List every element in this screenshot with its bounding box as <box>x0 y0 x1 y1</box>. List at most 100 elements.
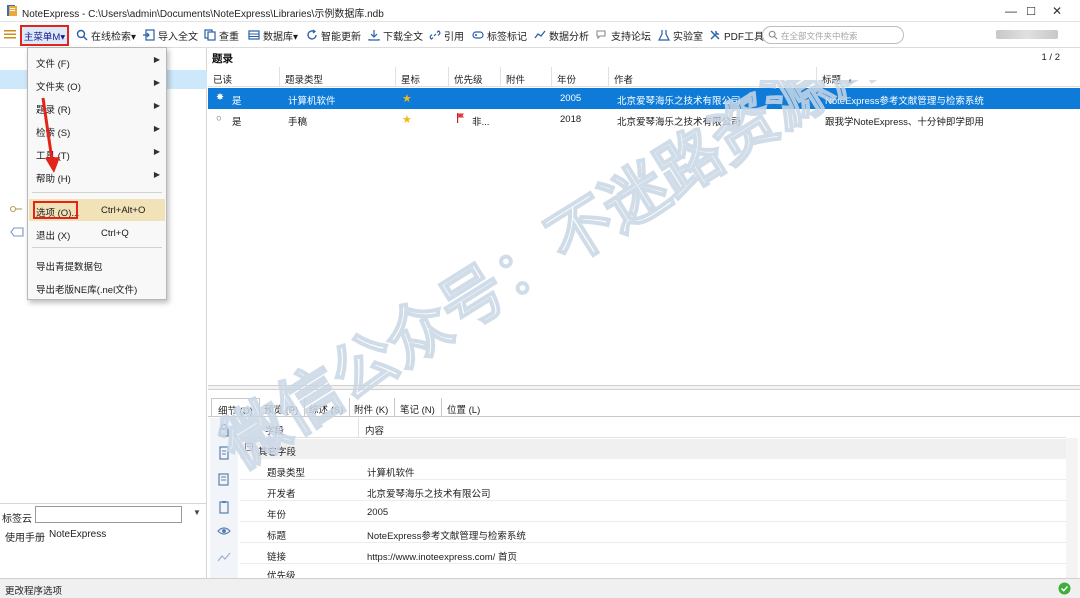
detail-row[interactable]: 优先级 <box>240 564 1066 578</box>
hamburger-icon[interactable] <box>4 28 16 40</box>
detail-grid-header: 字段 内容 <box>240 418 1066 438</box>
column-header-author[interactable]: 作者 <box>609 67 817 87</box>
tab-preview[interactable]: 预览 (P) <box>258 398 306 416</box>
submenu-arrow-icon: ▶ <box>153 124 160 133</box>
table-row[interactable]: ○ 是 手稿 ★ 非... 2018 北京爱琴海乐之技术有限公司 跟我学Note… <box>208 109 1080 130</box>
table-row[interactable]: ✸ 是 计算机软件 ★ 2005 北京爱琴海乐之技术有限公司 NoteExpre… <box>208 88 1080 109</box>
menu-item-tools[interactable]: 工具 (T) ▶ <box>29 142 165 164</box>
link-icon <box>429 30 441 40</box>
tag-mark-button[interactable]: 标签标记 <box>472 25 527 45</box>
chevron-down-icon[interactable]: ▼ <box>193 508 201 517</box>
refresh-icon <box>307 29 317 40</box>
star-icon[interactable]: ★ <box>402 92 412 105</box>
exit-icon <box>10 227 24 237</box>
tab-notes[interactable]: 笔记 (N) <box>394 398 442 416</box>
submenu-arrow-icon: ▶ <box>153 78 160 87</box>
menu-item-folder[interactable]: 文件夹 (O) ▶ <box>29 73 165 95</box>
main-menu-dropdown: 文件 (F) ▶ 文件夹 (O) ▶ 题录 (R) ▶ 检索 (S) ▶ 工具 (T) ▶… <box>27 47 167 300</box>
tab-attachment[interactable]: 附件 (K) <box>348 398 396 416</box>
unread-circle-icon: ○ <box>216 113 222 124</box>
collapse-icon[interactable]: − <box>245 443 253 451</box>
forum-button[interactable]: 支持论坛 <box>596 25 651 45</box>
detail-value: NoteExpress参考文献管理与检索系统 <box>367 531 526 542</box>
dedupe-label: 查重 <box>219 31 239 43</box>
tools-icon <box>710 30 720 40</box>
column-header-title-label: 标题 <box>822 75 842 86</box>
cell-author: 北京爱琴海乐之技术有限公司 <box>617 117 741 128</box>
import-fulltext-label: 导入全文 <box>158 31 198 43</box>
tag-cloud-input[interactable] <box>35 506 182 523</box>
import-icon <box>143 29 155 41</box>
detail-group-row[interactable]: − 其它字段 <box>240 439 1066 459</box>
lock-icon[interactable] <box>217 423 231 437</box>
menu-item-label: 退出 (X) <box>36 231 71 242</box>
smart-update-button[interactable]: 智能更新 <box>306 25 361 45</box>
column-header-star[interactable]: 星标 <box>396 67 449 87</box>
menu-item-export-package[interactable]: 导出青提数据包 <box>29 253 165 275</box>
detail-row[interactable]: 标题 NoteExpress参考文献管理与检索系统 <box>240 522 1066 543</box>
column-header-read[interactable]: 已读 <box>208 67 280 87</box>
tag-item[interactable]: NoteExpress <box>49 529 106 540</box>
tab-location[interactable]: 位置 (L) <box>441 398 486 416</box>
tab-summary[interactable]: 综述 (S) <box>303 398 351 416</box>
cell-read: 是 <box>232 117 242 128</box>
lab-label: 实验室 <box>673 31 703 43</box>
notes-icon[interactable] <box>217 472 231 486</box>
cell-author: 北京爱琴海乐之技术有限公司 <box>617 96 741 107</box>
tab-detail[interactable]: 细节 (D) <box>211 398 260 417</box>
detail-key: 标题 <box>267 531 287 542</box>
detail-row[interactable]: 题录类型 计算机软件 <box>240 459 1066 480</box>
detail-row[interactable]: 链接 https://www.inoteexpress.com/ 首页 <box>240 543 1066 564</box>
document-icon[interactable] <box>217 446 231 460</box>
detail-row[interactable]: 开发者 北京爱琴海乐之技术有限公司 <box>240 480 1066 501</box>
menu-item-export-legacy[interactable]: 导出老版NE库(.nel文件) <box>29 276 165 298</box>
user-account-blurred <box>996 30 1058 39</box>
vertical-scrollbar[interactable] <box>1066 438 1078 578</box>
lab-button[interactable]: 实验室 <box>658 25 703 45</box>
detail-key: 优先级 <box>267 571 296 578</box>
main-menu-button[interactable]: 主菜单M▾ <box>20 25 69 46</box>
import-fulltext-button[interactable]: 导入全文 <box>143 25 198 45</box>
records-title: 题录 <box>212 53 233 65</box>
status-ok-icon <box>1058 582 1071 595</box>
menu-item-records[interactable]: 题录 (R) ▶ <box>29 96 165 118</box>
status-text: 更改程序选项 <box>5 586 63 597</box>
cell-year: 2005 <box>560 93 582 104</box>
menu-item-label: 帮助 (H) <box>36 174 71 185</box>
column-header-year[interactable]: 年份 <box>552 67 609 87</box>
forum-label: 支持论坛 <box>611 31 651 43</box>
detail-header-content: 内容 <box>365 426 385 437</box>
detail-row[interactable]: 年份 2005 <box>240 501 1066 522</box>
detail-tabs: 细节 (D) 预览 (P) 综述 (S) 附件 (K) 笔记 (N) 位置 (L… <box>208 398 1080 417</box>
detail-side-toolbar <box>210 418 238 578</box>
clipboard-icon[interactable] <box>217 500 231 514</box>
online-search-button[interactable]: 在线检索▾ <box>76 25 136 45</box>
close-button[interactable]: ✕ <box>1034 0 1080 22</box>
eye-icon[interactable] <box>217 524 231 538</box>
search-icon <box>76 29 88 41</box>
horizontal-splitter[interactable] <box>208 385 1080 390</box>
records-grid-header: 已读 题录类型 星标 优先级 附件 年份 作者 标题 ▲ <box>208 67 1080 87</box>
menu-item-file[interactable]: 文件 (F) ▶ <box>29 50 165 72</box>
menu-item-search[interactable]: 检索 (S) ▶ <box>29 119 165 141</box>
menu-item-help[interactable]: 帮助 (H) ▶ <box>29 165 165 187</box>
search-input[interactable]: 在全部文件夹中检索 <box>762 26 904 44</box>
read-dot-icon: ✸ <box>216 92 224 103</box>
column-header-title[interactable]: 标题 ▲ <box>817 67 1080 87</box>
column-header-priority[interactable]: 优先级 <box>449 67 501 87</box>
chart-icon[interactable] <box>217 550 231 564</box>
star-icon[interactable]: ★ <box>402 113 412 126</box>
menu-item-label: 导出青提数据包 <box>36 262 103 273</box>
menu-item-label: 检索 (S) <box>36 128 71 139</box>
cite-button[interactable]: 引用 <box>429 25 464 45</box>
database-button[interactable]: 数据库▾ <box>248 25 298 45</box>
column-header-attachment[interactable]: 附件 <box>501 67 552 87</box>
data-analysis-button[interactable]: 数据分析 <box>534 25 589 45</box>
dedupe-button[interactable]: 查重 <box>204 25 239 45</box>
column-header-type[interactable]: 题录类型 <box>280 67 396 87</box>
menu-item-label: 文件 (F) <box>36 59 70 70</box>
menu-item-exit[interactable]: 退出 (X) Ctrl+Q <box>29 222 165 244</box>
pdf-tools-button[interactable]: PDF工具 <box>709 25 764 45</box>
tag-item[interactable]: 使用手册 <box>5 529 45 544</box>
download-fulltext-button[interactable]: 下载全文 <box>368 25 423 45</box>
